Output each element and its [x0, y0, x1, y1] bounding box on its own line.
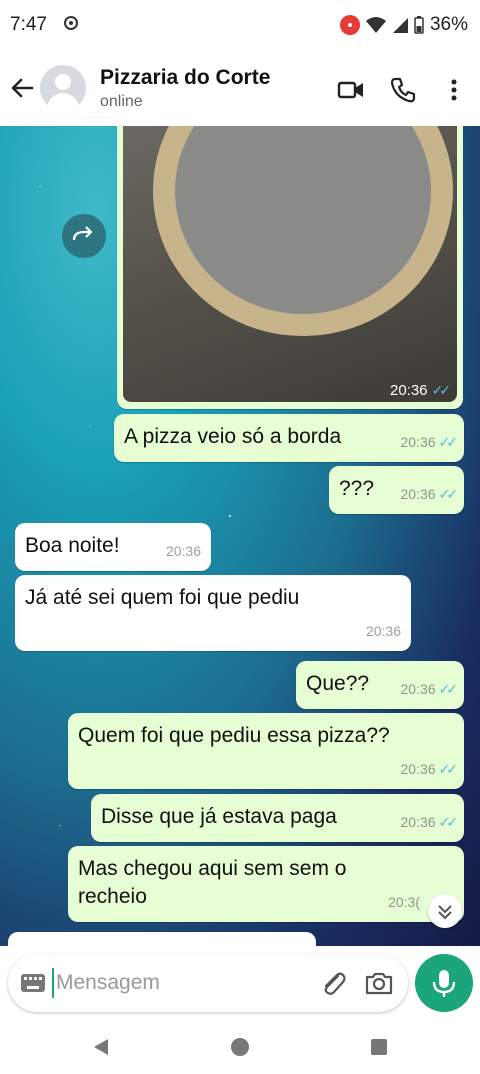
camera-icon[interactable] — [364, 968, 394, 998]
text-cursor — [52, 968, 54, 998]
contact-name[interactable]: Pizzaria do Corte — [100, 66, 270, 90]
pizza-photo[interactable] — [123, 126, 457, 402]
composer-bar: Mensagem — [0, 946, 480, 1022]
nav-back-icon[interactable] — [90, 1036, 112, 1058]
status-time: 7:47 — [10, 14, 47, 35]
message-bubble[interactable]: Disse que já estava paga 20:36 ✓✓ — [91, 794, 464, 842]
more-options-icon[interactable] — [440, 76, 468, 104]
back-arrow-icon[interactable] — [8, 74, 36, 102]
message-bubble[interactable]: ??? 20:36 ✓✓ — [329, 466, 464, 514]
message-input[interactable]: Mensagem — [8, 954, 408, 1012]
battery-icon — [414, 16, 424, 34]
wifi-icon — [365, 17, 386, 33]
message-meta: 20:36 ✓✓ — [389, 382, 452, 399]
chat-area[interactable]: 20:36 ✓✓ A pizza veio só a borda 20:36 ✓✓ … — [0, 126, 480, 946]
message-bubble[interactable]: Quem foi que pediu essa pizza?? 20:36 ✓✓ — [68, 713, 464, 789]
read-ticks-icon: ✓✓ — [431, 382, 452, 398]
status-bar: 7:47 36% — [0, 0, 480, 52]
video-call-icon[interactable] — [337, 76, 365, 104]
image-message[interactable]: 20:36 ✓✓ — [117, 126, 463, 409]
avatar[interactable] — [40, 65, 86, 111]
phone-call-icon[interactable] — [389, 76, 417, 104]
status-icons: 36% — [339, 14, 468, 36]
message-bubble-partial[interactable] — [8, 932, 316, 946]
scroll-down-button[interactable] — [428, 894, 462, 928]
message-bubble[interactable]: A pizza veio só a borda 20:36 ✓✓ — [114, 414, 464, 462]
keyboard-icon[interactable] — [20, 972, 46, 994]
contact-status: online — [100, 93, 143, 110]
nav-home-icon[interactable] — [229, 1036, 251, 1058]
message-bubble[interactable]: Boa noite! 20:36 — [15, 523, 211, 571]
signal-icon — [392, 18, 408, 33]
forward-icon[interactable] — [62, 214, 106, 258]
battery-level: 36% — [429, 14, 468, 35]
attach-icon[interactable] — [318, 968, 348, 998]
message-bubble[interactable]: Já até sei quem foi que pediu 20:36 — [15, 575, 411, 651]
message-placeholder: Mensagem — [56, 971, 160, 994]
message-bubble[interactable]: Que?? 20:36 ✓✓ — [296, 661, 464, 709]
voice-message-button[interactable] — [415, 954, 473, 1012]
message-bubble[interactable]: Mas chegou aqui sem sem o recheio 20:3( — [68, 846, 464, 922]
system-nav-bar — [0, 1022, 480, 1074]
notification-icon — [64, 16, 78, 30]
nav-recents-icon[interactable] — [368, 1036, 390, 1058]
screen-record-icon — [339, 15, 360, 35]
microphone-icon — [432, 970, 456, 997]
chevron-down-icon — [438, 905, 452, 920]
chat-header: Pizzaria do Corte online — [0, 52, 480, 126]
